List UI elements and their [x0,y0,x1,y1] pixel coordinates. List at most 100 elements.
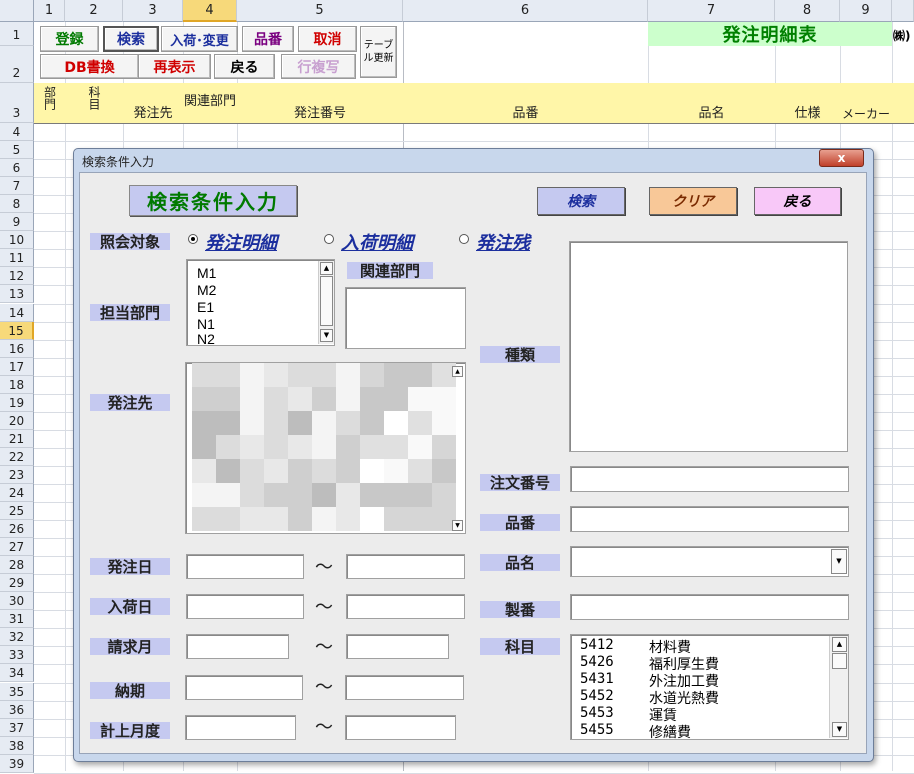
row-header[interactable]: 32 [0,628,34,646]
column-header[interactable]: 3 [123,0,183,22]
scroll-up-icon[interactable]: ▲ [320,262,333,275]
row-header[interactable]: 26 [0,520,34,538]
row-header[interactable]: 1 [0,22,34,46]
row-header[interactable]: 36 [0,701,34,719]
cancel-button[interactable]: 取消 [298,26,357,52]
column-header-selected[interactable]: 4 [183,0,237,22]
dialog-search-button[interactable]: 検索 [537,187,625,215]
billing-month-to[interactable] [346,634,449,659]
row-header[interactable]: 35 [0,683,34,701]
list-item-name[interactable]: 修繕費 [649,722,691,739]
due-to[interactable] [345,675,464,700]
list-item-code[interactable]: 5453 [580,705,614,721]
column-header[interactable]: 6 [403,0,648,22]
row-header[interactable]: 39 [0,755,34,773]
scroll-up-icon[interactable]: ▲ [452,366,463,377]
row-header[interactable]: 18 [0,376,34,394]
list-item-code[interactable]: 5452 [580,688,614,704]
item-name-combobox[interactable]: ▼ [570,546,849,577]
billing-month-from[interactable] [186,634,289,659]
account-scrollbar[interactable]: ▲ ▼ [829,636,848,738]
row-header[interactable]: 25 [0,502,34,520]
item-no-button[interactable]: 品番 [242,26,294,52]
order-no-input[interactable] [570,466,849,492]
row-header[interactable]: 12 [0,267,34,285]
row-header[interactable]: 21 [0,430,34,448]
row-header[interactable]: 29 [0,574,34,592]
register-button[interactable]: 登録 [40,26,99,52]
radio-order-detail-label[interactable]: 発注明細 [205,229,277,255]
scroll-down-icon[interactable]: ▼ [452,520,463,531]
column-header[interactable]: 8 [775,0,840,22]
row-header[interactable]: 7 [0,177,34,195]
table-update-button[interactable]: テーブル更新 [360,26,397,78]
row-header[interactable]: 31 [0,610,34,628]
row-copy-button[interactable]: 行複写 [281,54,356,79]
list-item-code[interactable]: 5455 [580,722,614,738]
radio-order-backlog-label[interactable]: 発注残 [476,229,530,255]
row-header[interactable]: 6 [0,159,34,177]
row-header[interactable]: 2 [0,46,34,83]
row-header[interactable]: 13 [0,285,34,303]
posting-month-to[interactable] [345,715,456,740]
row-header[interactable]: 15 [0,322,34,340]
dept-listbox[interactable]: M1 M2 E1 N1 N2 ▲ ▼ [186,259,335,347]
row-header[interactable]: 30 [0,592,34,610]
radio-order-detail[interactable] [188,234,198,244]
row-header[interactable]: 23 [0,466,34,484]
account-listbox[interactable]: 5412 材料費 5426 福利厚生費 5431 外注加工費 5452 水道光熱… [570,634,849,740]
row-header[interactable]: 3 [0,83,34,123]
column-header[interactable]: 7 [648,0,775,22]
row-header[interactable]: 38 [0,737,34,755]
row-header[interactable]: 22 [0,448,34,466]
radio-order-backlog[interactable] [459,234,469,244]
dialog-back-button[interactable]: 戻る [754,187,841,215]
db-write-button[interactable]: DB書換 [40,54,139,79]
order-date-to[interactable] [346,554,465,579]
row-header[interactable]: 10 [0,231,34,249]
list-item-code[interactable]: 5431 [580,671,614,687]
dialog-clear-button[interactable]: クリア [649,187,737,215]
list-item[interactable]: N2 [197,331,215,347]
row-header[interactable]: 33 [0,646,34,664]
posting-month-from[interactable] [185,715,296,740]
arrival-date-to[interactable] [346,594,465,619]
back-sheet-button[interactable]: 戻る [214,54,275,79]
row-header[interactable]: 5 [0,141,34,159]
list-item[interactable]: M1 [197,265,216,281]
redisplay-button[interactable]: 再表示 [138,54,211,79]
row-header[interactable]: 19 [0,394,34,412]
list-item-code[interactable]: 5426 [580,654,614,670]
row-header[interactable]: 8 [0,195,34,213]
radio-arrival-detail-label[interactable]: 入荷明細 [341,229,413,255]
row-header[interactable]: 16 [0,340,34,358]
dialog-close-button[interactable]: x [819,149,864,167]
order-date-from[interactable] [186,554,304,579]
dept-scrollbar[interactable]: ▲ ▼ [318,261,334,344]
due-from[interactable] [185,675,303,700]
scroll-down-icon[interactable]: ▼ [832,722,847,737]
row-header[interactable]: 9 [0,213,34,231]
list-item[interactable]: M2 [197,282,216,298]
column-header[interactable]: 5 [237,0,403,22]
row-header[interactable]: 14 [0,304,34,322]
item-no-input[interactable] [570,506,849,532]
row-header[interactable]: 27 [0,538,34,556]
column-header[interactable]: 9 [840,0,892,22]
column-header[interactable]: 2 [65,0,123,22]
row-header[interactable]: 17 [0,358,34,376]
arrival-change-button[interactable]: 入荷･変更 [161,26,238,52]
list-item[interactable]: N1 [197,316,215,332]
row-header[interactable]: 24 [0,484,34,502]
list-item[interactable]: E1 [197,299,214,315]
scroll-up-icon[interactable]: ▲ [832,637,847,652]
prod-no-input[interactable] [570,594,849,620]
select-all-corner[interactable] [0,0,34,22]
scroll-thumb[interactable] [320,276,333,326]
row-header[interactable]: 4 [0,123,34,141]
arrival-date-from[interactable] [186,594,304,619]
search-sheet-button[interactable]: 検索 [103,26,159,52]
row-header[interactable]: 11 [0,249,34,267]
row-header[interactable]: 34 [0,664,34,682]
row-header[interactable]: 37 [0,719,34,737]
